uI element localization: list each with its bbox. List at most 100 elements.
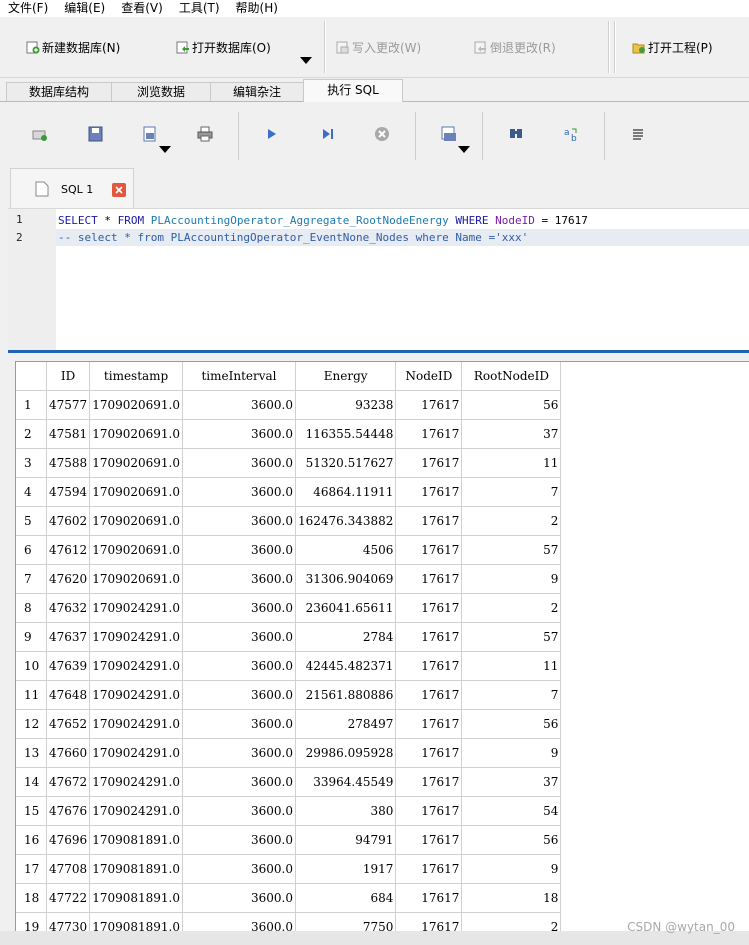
row-number-cell[interactable]: 12 [16,709,47,739]
table-row[interactable]: 2 47581 1709020691.0 3600.0 116355.54448 1761… [16,419,562,449]
table-cell[interactable]: 17617 [395,912,463,932]
table-cell[interactable]: 1709081891.0 [89,854,183,884]
table-row[interactable]: 3 47588 1709020691.0 3600.0 51320.517627 1761… [16,448,562,478]
table-cell[interactable]: 17617 [395,564,463,594]
table-cell[interactable]: 236041.65611 [295,593,397,623]
open-database-button[interactable]: 打开数据库(O) [176,39,271,55]
editor-tab-sql1[interactable]: SQL 1 [10,168,134,208]
open-project-button[interactable]: 打开工程(P) [632,39,713,55]
table-cell[interactable]: 47588 [46,448,91,478]
table-cell[interactable]: 9 [461,738,562,768]
table-cell[interactable]: 57 [461,622,562,652]
sql-editor[interactable]: 1 2 SELECT * FROM PLAccountingOperator_A… [8,208,749,351]
table-row[interactable]: 6 47612 1709020691.0 3600.0 4506 17617 57 [16,535,562,565]
table-cell[interactable]: 3600.0 [182,825,296,855]
table-cell[interactable]: 47722 [46,883,91,913]
table-cell[interactable]: 1709020691.0 [89,448,183,478]
menu-file[interactable]: 文件(F) [0,0,56,17]
save-sql-icon[interactable] [142,126,158,142]
table-cell[interactable]: 3600.0 [182,651,296,681]
table-row[interactable]: 9 47637 1709024291.0 3600.0 2784 17617 57 [16,622,562,652]
table-cell[interactable]: 17617 [395,767,463,797]
table-cell[interactable]: 11 [461,448,562,478]
table-cell[interactable]: 47594 [46,477,91,507]
table-cell[interactable]: 17617 [395,477,463,507]
table-cell[interactable]: 17617 [395,535,463,565]
table-cell[interactable]: 3600.0 [182,738,296,768]
row-number-cell[interactable]: 4 [16,477,47,507]
table-cell[interactable]: 17617 [395,680,463,710]
print-icon[interactable] [197,126,213,142]
table-cell[interactable]: 1709020691.0 [89,564,183,594]
row-number-cell[interactable]: 3 [16,448,47,478]
table-cell[interactable]: 17617 [395,593,463,623]
table-cell[interactable]: 47581 [46,419,91,449]
table-cell[interactable]: 3600.0 [182,448,296,478]
table-row[interactable]: 16 47696 1709081891.0 3600.0 94791 17617 56 [16,825,562,855]
table-cell[interactable]: 2 [461,912,562,932]
table-cell[interactable]: 3600.0 [182,680,296,710]
table-cell[interactable]: 17617 [395,883,463,913]
table-cell[interactable]: 116355.54448 [295,419,397,449]
column-header[interactable]: ID [46,362,91,391]
open-sql-file-icon[interactable] [88,126,104,142]
table-row[interactable]: 10 47639 1709024291.0 3600.0 42445.482371 176… [16,651,562,681]
table-cell[interactable]: 56 [461,825,562,855]
column-header[interactable]: Energy [295,362,397,391]
table-cell[interactable]: 47708 [46,854,91,884]
row-number-cell[interactable]: 17 [16,854,47,884]
table-cell[interactable]: 47730 [46,912,91,932]
table-cell[interactable]: 56 [461,709,562,739]
table-cell[interactable]: 42445.482371 [295,651,397,681]
table-cell[interactable]: 3600.0 [182,506,296,536]
table-cell[interactable]: 278497 [295,709,397,739]
table-cell[interactable]: 47620 [46,564,91,594]
table-cell[interactable]: 1709024291.0 [89,680,183,710]
table-cell[interactable]: 47577 [46,390,91,420]
table-cell[interactable]: 380 [295,796,397,826]
row-number-cell[interactable]: 11 [16,680,47,710]
open-database-dropdown-icon[interactable] [300,57,312,64]
table-row[interactable]: 8 47632 1709024291.0 3600.0 236041.65611 1761… [16,593,562,623]
table-cell[interactable]: 9 [461,854,562,884]
table-cell[interactable]: 18 [461,883,562,913]
table-cell[interactable]: 1709024291.0 [89,767,183,797]
table-cell[interactable]: 3600.0 [182,564,296,594]
table-cell[interactable]: 17617 [395,796,463,826]
table-cell[interactable]: 47639 [46,651,91,681]
find-icon[interactable] [508,126,524,142]
table-cell[interactable]: 3600.0 [182,622,296,652]
row-number-cell[interactable]: 15 [16,796,47,826]
code-line-1[interactable]: SELECT * FROM PLAccountingOperator_Aggre… [56,212,749,229]
table-cell[interactable]: 3600.0 [182,419,296,449]
tab-execute-sql[interactable]: 执行 SQL [303,79,403,102]
table-cell[interactable]: 17617 [395,738,463,768]
column-header[interactable]: timestamp [89,362,183,391]
table-cell[interactable]: 46864.11911 [295,477,397,507]
menu-edit[interactable]: 编辑(E) [56,0,113,17]
menu-tools[interactable]: 工具(T) [171,0,228,17]
table-cell[interactable]: 3600.0 [182,796,296,826]
table-cell[interactable]: 17617 [395,506,463,536]
open-tab-icon[interactable] [32,126,48,142]
table-cell[interactable]: 1709081891.0 [89,883,183,913]
table-cell[interactable]: 1709020691.0 [89,506,183,536]
table-cell[interactable]: 684 [295,883,397,913]
menu-view[interactable]: 查看(V) [113,0,171,17]
table-row[interactable]: 18 47722 1709081891.0 3600.0 684 17617 18 [16,883,562,913]
table-cell[interactable]: 17617 [395,448,463,478]
row-number-cell[interactable]: 10 [16,651,47,681]
table-cell[interactable]: 4506 [295,535,397,565]
column-header[interactable]: NodeID [395,362,463,391]
code-line-2[interactable]: -- select * from PLAccountingOperator_Ev… [56,229,749,246]
table-cell[interactable]: 11 [461,651,562,681]
table-cell[interactable]: 17617 [395,651,463,681]
table-cell[interactable]: 47602 [46,506,91,536]
table-cell[interactable]: 17617 [395,622,463,652]
table-cell[interactable]: 1917 [295,854,397,884]
row-number-cell[interactable]: 19 [16,912,47,932]
table-cell[interactable]: 162476.343882 [295,506,397,536]
table-row[interactable]: 17 47708 1709081891.0 3600.0 1917 17617 9 [16,854,562,884]
table-cell[interactable]: 2 [461,506,562,536]
editor-results-splitter[interactable] [8,350,749,353]
